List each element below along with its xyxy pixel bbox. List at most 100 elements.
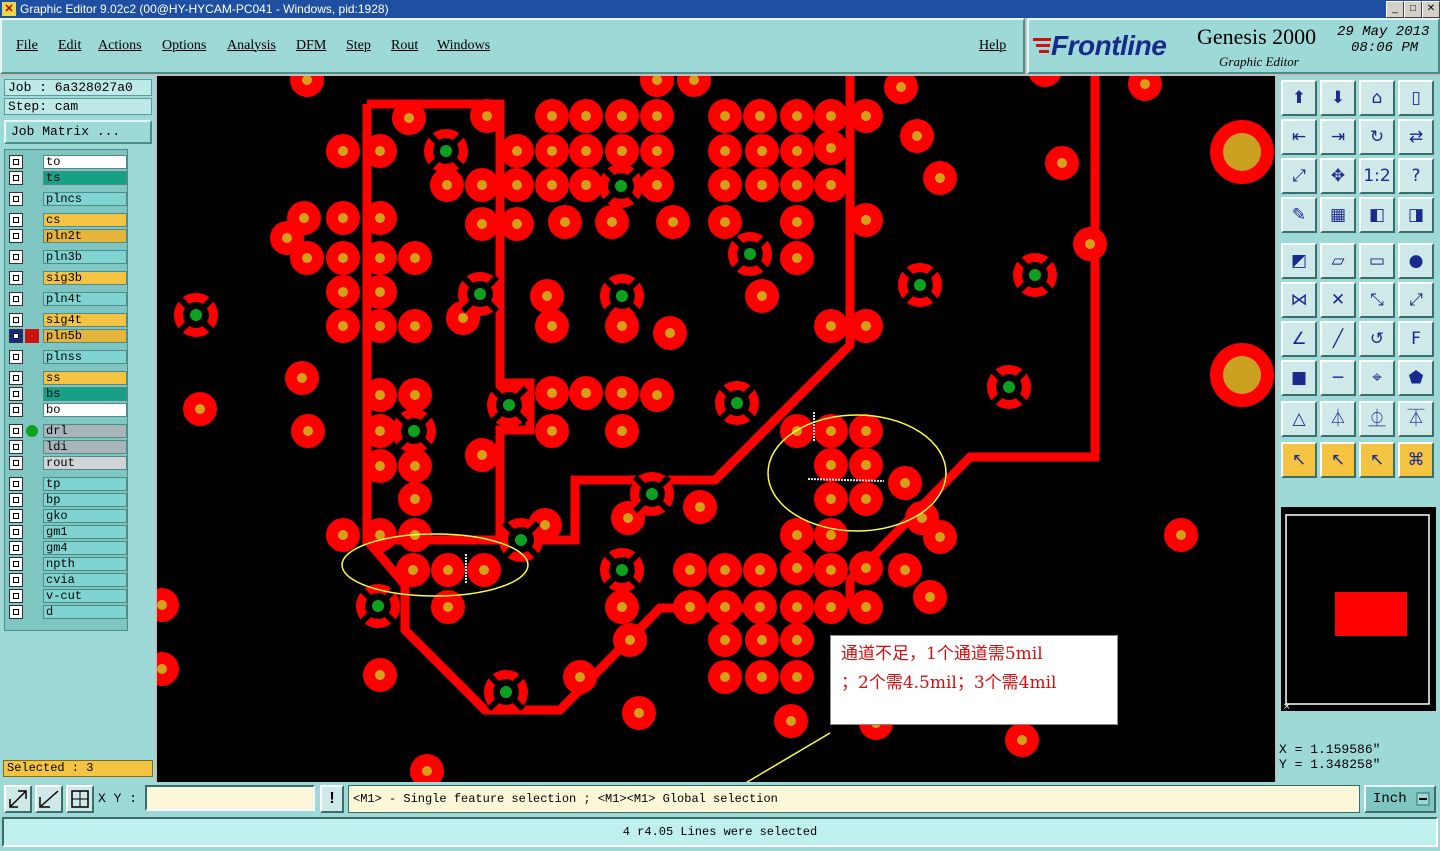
close-button[interactable]: ✕ xyxy=(1422,1,1440,18)
layer-checkbox[interactable] xyxy=(9,171,23,185)
copy-button[interactable]: ⤢ xyxy=(1398,282,1434,318)
open-step-button[interactable]: ⬆ xyxy=(1281,80,1317,116)
layer-checkbox[interactable] xyxy=(9,329,23,343)
measure-button[interactable]: ⌖ xyxy=(1359,360,1395,396)
menu-file[interactable]: File xyxy=(16,38,38,54)
menu-edit[interactable]: Edit xyxy=(58,38,81,54)
layer-name[interactable]: sig4t xyxy=(43,313,127,327)
layer-name[interactable]: bo xyxy=(43,403,127,417)
menu-help[interactable]: Help xyxy=(979,38,1006,54)
layer-checkbox[interactable] xyxy=(9,213,23,227)
layer-name[interactable]: tp xyxy=(43,477,127,491)
xy-input[interactable] xyxy=(145,785,315,811)
polygon-c-button[interactable]: ⏂ xyxy=(1359,401,1395,437)
graphic-control-button[interactable]: ✎ xyxy=(1281,197,1317,233)
layer-name[interactable]: bp xyxy=(43,493,127,507)
layer-checkbox[interactable] xyxy=(9,493,23,507)
minimize-button[interactable]: _ xyxy=(1386,1,1404,18)
select-feature-button[interactable]: ■ xyxy=(1281,360,1317,396)
overview-preview[interactable]: × xyxy=(1281,507,1436,712)
layer-row-tp[interactable]: tp xyxy=(7,477,129,491)
grid-button[interactable]: ▦ xyxy=(1320,197,1356,233)
layer-checkbox[interactable] xyxy=(9,403,23,417)
move-button[interactable]: ⤡ xyxy=(1359,282,1395,318)
split-view-button[interactable]: ▯ xyxy=(1398,80,1434,116)
layer-row-d[interactable]: d xyxy=(7,605,129,619)
layer-name[interactable]: pln3b xyxy=(43,250,127,264)
add-feature-button[interactable]: ◩ xyxy=(1281,243,1317,279)
layer-row-sig4t[interactable]: sig4t xyxy=(7,313,129,327)
layer-checkbox[interactable] xyxy=(9,605,23,619)
layer-name[interactable]: cvia xyxy=(43,573,127,587)
layer-row-bo[interactable]: bo xyxy=(7,403,129,417)
layer-row-ts[interactable]: ts xyxy=(7,171,129,185)
alert-button[interactable]: ! xyxy=(320,785,344,813)
layer-row-sig3b[interactable]: sig3b xyxy=(7,271,129,285)
layer-name[interactable]: plnss xyxy=(43,350,127,364)
layer-checkbox[interactable] xyxy=(9,477,23,491)
layer-row-plnss[interactable]: plnss xyxy=(7,350,129,364)
load-layer-button[interactable]: ⇤ xyxy=(1281,119,1317,155)
resize-button[interactable]: ▱ xyxy=(1320,243,1356,279)
pointer-box-button[interactable]: ↖ xyxy=(1320,442,1356,478)
split-line-button[interactable]: ─ xyxy=(1320,360,1356,396)
polygon-b-button[interactable]: ⏃ xyxy=(1320,401,1356,437)
snap-a-button[interactable]: ◧ xyxy=(1359,197,1395,233)
layer-row-v-cut[interactable]: v-cut xyxy=(7,589,129,603)
layer-row-drl[interactable]: drl xyxy=(7,424,129,438)
menu-analysis[interactable]: Analysis xyxy=(227,38,276,54)
menu-dfm[interactable]: DFM xyxy=(296,38,326,54)
layer-checkbox[interactable] xyxy=(9,250,23,264)
pointer-sel-button[interactable]: ↖ xyxy=(1359,442,1395,478)
layer-row-cs[interactable]: cs xyxy=(7,213,129,227)
layer-name[interactable]: ss xyxy=(43,371,127,385)
save-button[interactable]: ⬇ xyxy=(1320,80,1356,116)
layer-checkbox[interactable] xyxy=(9,271,23,285)
layer-row-pln3b[interactable]: pln3b xyxy=(7,250,129,264)
layer-name[interactable]: gko xyxy=(43,509,127,523)
layer-name[interactable]: pln5b xyxy=(43,329,127,343)
layer-checkbox[interactable] xyxy=(9,155,23,169)
layer-row-to[interactable]: to xyxy=(7,155,129,169)
pad-button[interactable]: ● xyxy=(1398,243,1434,279)
layer-checkbox[interactable] xyxy=(9,573,23,587)
arc-button[interactable]: ↺ xyxy=(1359,321,1395,357)
layer-name[interactable]: plncs xyxy=(43,192,127,206)
job-matrix-button[interactable]: Job Matrix ... xyxy=(4,120,152,144)
menu-windows[interactable]: Windows xyxy=(437,38,490,54)
snap-b-button[interactable]: ◨ xyxy=(1398,197,1434,233)
layer-row-pln4t[interactable]: pln4t xyxy=(7,292,129,306)
units-select[interactable]: Inch xyxy=(1364,785,1436,813)
netlist-button[interactable]: ⌘ xyxy=(1398,442,1434,478)
layer-name[interactable]: rout xyxy=(43,456,127,470)
menu-rout[interactable]: Rout xyxy=(391,38,418,54)
layer-row-bp[interactable]: bp xyxy=(7,493,129,507)
layer-row-gko[interactable]: gko xyxy=(7,509,129,523)
layer-name[interactable]: ldi xyxy=(43,440,127,454)
layer-row-gm4[interactable]: gm4 xyxy=(7,541,129,555)
layer-row-gm1[interactable]: gm1 xyxy=(7,525,129,539)
layer-name[interactable]: pln4t xyxy=(43,292,127,306)
layer-name[interactable]: npth xyxy=(43,557,127,571)
layer-checkbox[interactable] xyxy=(9,371,23,385)
layer-checkbox[interactable] xyxy=(9,541,23,555)
layer-row-rout[interactable]: rout xyxy=(7,456,129,470)
layer-checkbox[interactable] xyxy=(9,557,23,571)
layer-row-ss[interactable]: ss xyxy=(7,371,129,385)
layer-row-pln2t[interactable]: pln2t xyxy=(7,229,129,243)
layer-name[interactable]: sig3b xyxy=(43,271,127,285)
layer-checkbox[interactable] xyxy=(9,456,23,470)
layer-name[interactable]: gm4 xyxy=(43,541,127,555)
layer-name[interactable]: d xyxy=(43,605,127,619)
maximize-button[interactable]: □ xyxy=(1404,1,1422,18)
home-button[interactable]: ⌂ xyxy=(1359,80,1395,116)
layer-name[interactable]: v-cut xyxy=(43,589,127,603)
layer-checkbox[interactable] xyxy=(9,424,23,438)
layer-checkbox[interactable] xyxy=(9,350,23,364)
menu-options[interactable]: Options xyxy=(162,38,206,54)
layer-checkbox[interactable] xyxy=(9,440,23,454)
connect-button[interactable]: ⋈ xyxy=(1281,282,1317,318)
layer-checkbox[interactable] xyxy=(9,313,23,327)
help-button[interactable]: ? xyxy=(1398,158,1434,194)
delete-button[interactable]: ✕ xyxy=(1320,282,1356,318)
